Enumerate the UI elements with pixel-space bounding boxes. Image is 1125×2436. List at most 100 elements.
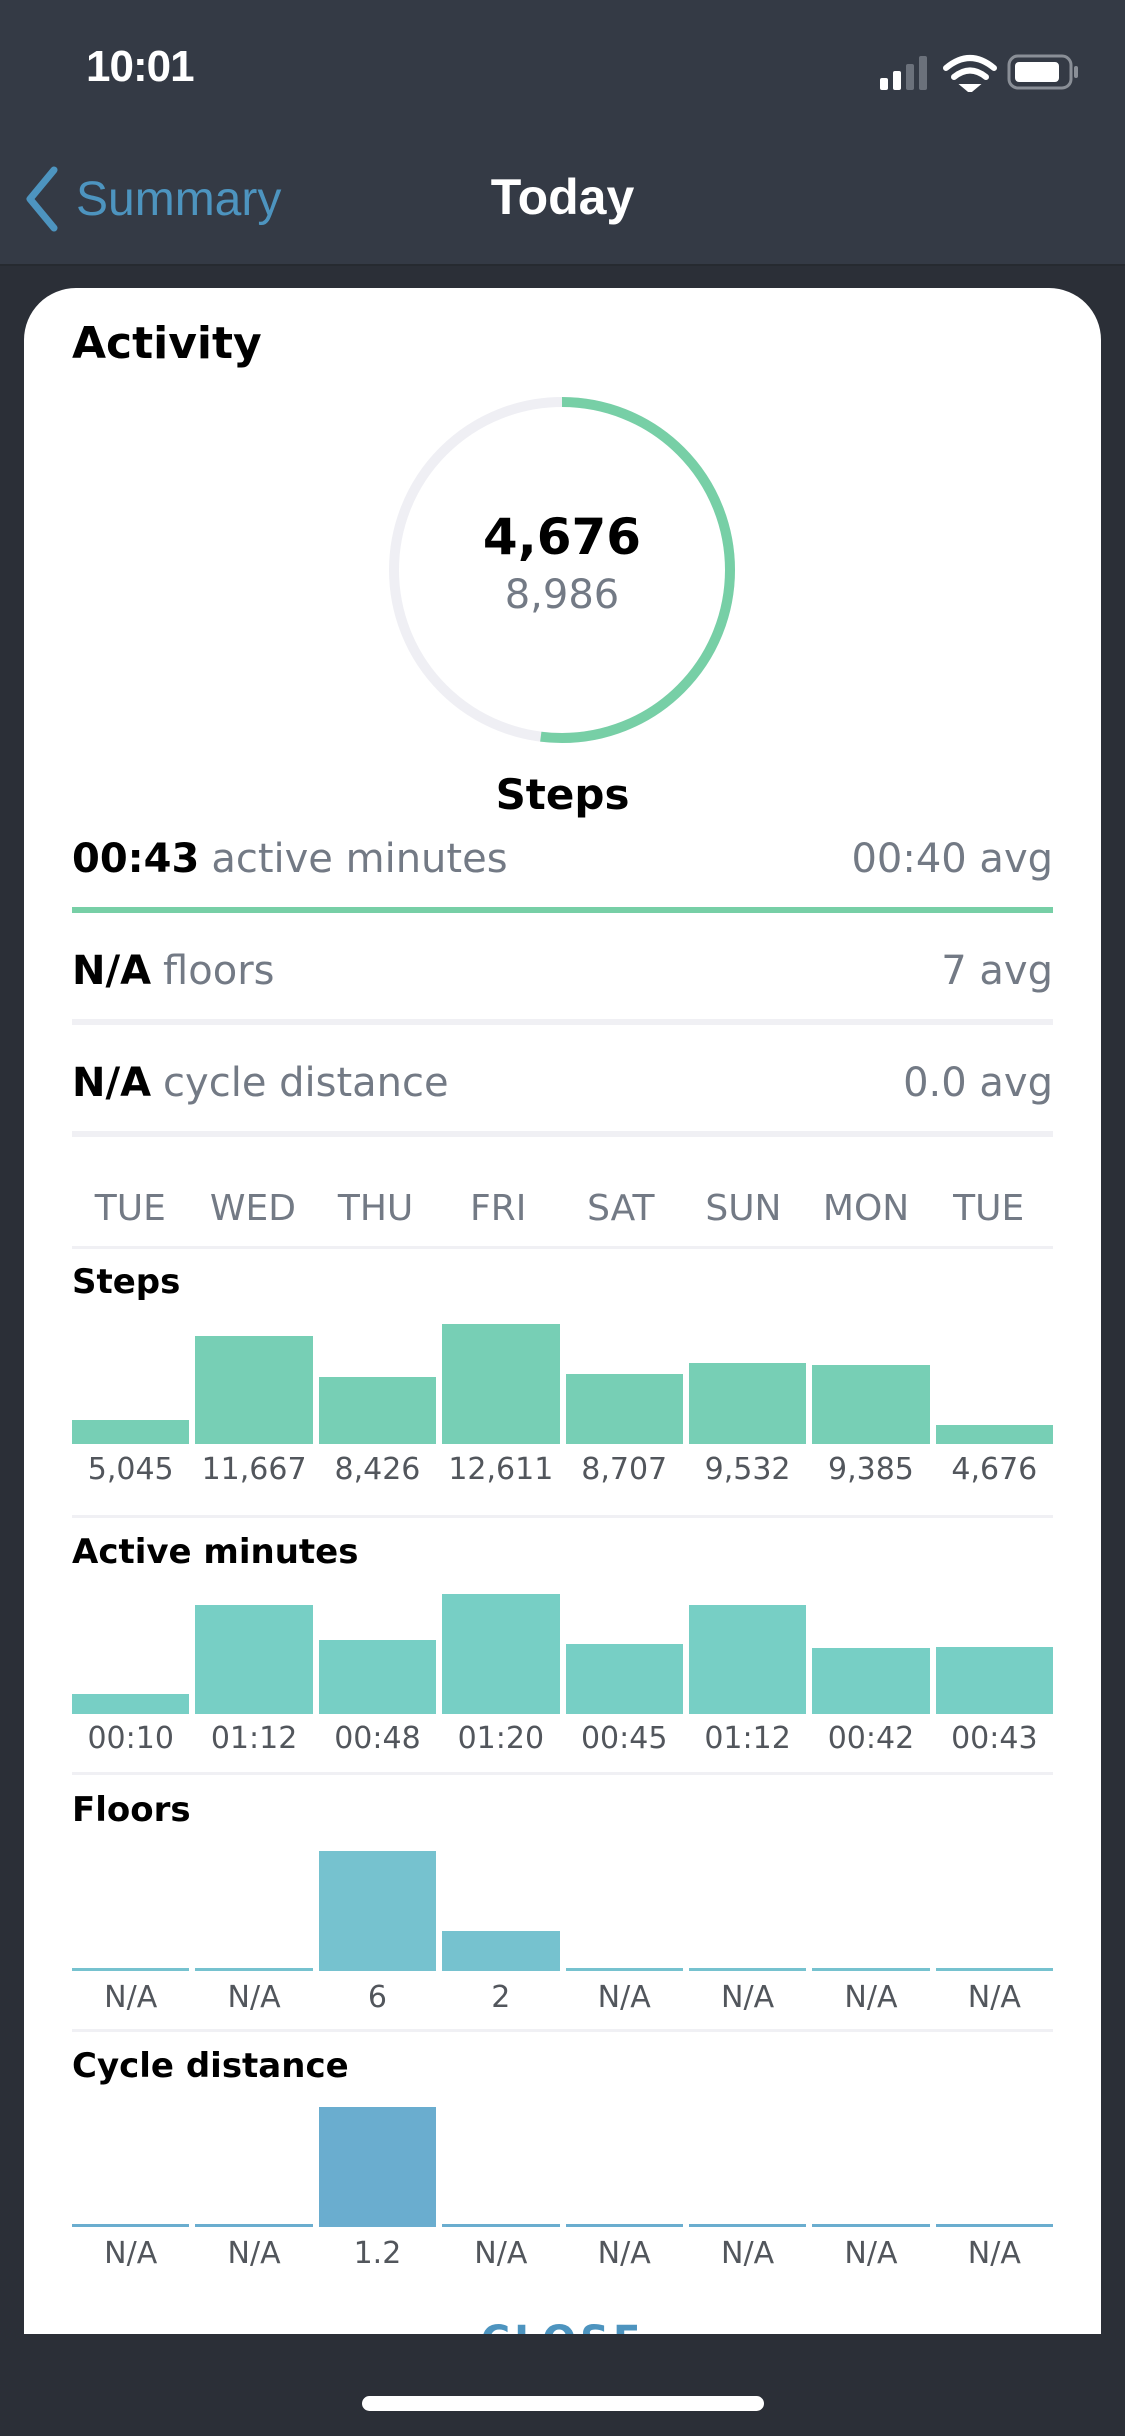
chart-bar[interactable] [195, 1968, 313, 1971]
steps-value: 4,676 [482, 508, 642, 566]
chart-bar[interactable] [565, 1644, 683, 1714]
chart-value-label: 9,532 [704, 1452, 791, 1487]
stat-value: N/A [72, 948, 152, 994]
chart-value-label: 2 [491, 1980, 511, 2015]
close-button[interactable]: CLOSE [24, 2318, 1101, 2334]
stat-progress-fill [72, 907, 1053, 913]
chart-value-label: 8,707 [581, 1452, 668, 1487]
status-time: 10:01 [86, 42, 195, 91]
chart-value-label: 9,385 [827, 1452, 914, 1487]
steps-chart[interactable] [72, 1318, 1053, 1444]
steps-ring: 4,676 8,986 [388, 396, 736, 744]
chart-bar[interactable] [565, 2224, 683, 2227]
day-label: FRI [470, 1188, 527, 1229]
stat-progress-bar [72, 907, 1053, 913]
chart-bar[interactable] [442, 2224, 560, 2227]
day-label: SAT [587, 1188, 655, 1229]
status-icons [880, 54, 1078, 92]
divider [72, 1772, 1053, 1775]
chart-bar[interactable] [195, 2224, 313, 2227]
floors-chart-labels: N/A N/A 6 2 N/A N/A N/A N/A [72, 1980, 1059, 2015]
chart-bar[interactable] [688, 1968, 807, 1971]
chart-bar[interactable] [935, 1968, 1053, 1971]
chart-value-label: 4,676 [951, 1452, 1038, 1487]
steps-goal: 8,986 [504, 572, 620, 618]
active-minutes-chart-labels: 00:10 01:12 00:48 01:20 00:45 01:12 00:42 00:43 [72, 1721, 1059, 1756]
chart-bar[interactable] [935, 1424, 1053, 1444]
chart-value-label: 6 [367, 1980, 387, 2015]
chart-bar[interactable] [688, 1363, 807, 1444]
stat-row-active-minutes[interactable]: 00:43 active minutes 00:40 avg [72, 816, 1053, 926]
steps-ring-graphic [389, 397, 735, 743]
chart-bar[interactable] [812, 1364, 930, 1444]
chart-value-label: N/A [597, 1980, 651, 2015]
chart-bar[interactable] [318, 2107, 437, 2227]
chart-bar[interactable] [935, 2224, 1053, 2227]
steps-chart-labels: 5,045 11,667 8,426 12,611 8,707 9,532 9,385 4,6… [72, 1452, 1059, 1487]
chart-bar[interactable] [688, 2224, 807, 2227]
chart-bar[interactable] [72, 1968, 190, 1971]
chart-value-label: 01:12 [704, 1721, 791, 1756]
chart-value-label: N/A [597, 2236, 651, 2271]
navigation-bar: 10:01 Summary Today [0, 0, 1125, 266]
chart-bar[interactable] [195, 1605, 313, 1714]
chart-bar[interactable] [688, 1605, 807, 1714]
chart-value-label: 5,045 [87, 1452, 174, 1487]
cycle-distance-chart-labels: N/A N/A 1.2 N/A N/A N/A N/A N/A [72, 2236, 1059, 2271]
chart-bar[interactable] [935, 1646, 1053, 1714]
stat-value: N/A [72, 1060, 152, 1106]
chart-bar[interactable] [812, 1648, 930, 1714]
chart-value-label: N/A [721, 2236, 775, 2271]
stat-row-cycle-distance[interactable]: N/A cycle distance 0.0 avg [72, 1040, 1053, 1150]
wifi-icon [943, 55, 997, 92]
active-minutes-chart[interactable] [72, 1588, 1053, 1714]
home-indicator[interactable] [362, 2396, 764, 2411]
chart-value-label: 8,426 [334, 1452, 421, 1487]
chart-value-label: 01:20 [457, 1721, 545, 1756]
chart-value-label: 00:43 [951, 1721, 1038, 1756]
chart-title-active-minutes: Active minutes [72, 1532, 359, 1572]
divider [72, 1246, 1053, 1249]
chart-bar[interactable] [442, 1594, 560, 1714]
chart-bar[interactable] [72, 2224, 190, 2227]
chart-title-steps: Steps [72, 1262, 181, 1302]
stat-row-floors[interactable]: N/A floors 7 avg [72, 928, 1053, 1038]
chart-bar[interactable] [442, 1931, 560, 1971]
day-label: TUE [953, 1188, 1025, 1229]
chart-value-label: N/A [104, 1980, 158, 2015]
chart-value-label: N/A [844, 1980, 898, 2015]
stat-label: cycle distance [163, 1060, 449, 1106]
chart-bar[interactable] [72, 1419, 190, 1444]
chart-bar[interactable] [318, 1377, 437, 1444]
chart-bar[interactable] [565, 1968, 683, 1971]
chart-bar[interactable] [318, 1639, 437, 1714]
page-title: Today [490, 169, 635, 225]
chart-value-label: N/A [227, 2236, 281, 2271]
chart-bar[interactable] [72, 1694, 190, 1714]
chart-bar[interactable] [195, 1335, 313, 1444]
stat-avg: 00:40 avg [851, 836, 1053, 882]
chart-value-label: 01:12 [210, 1721, 298, 1756]
chart-value-label: N/A [844, 2236, 898, 2271]
divider [72, 2029, 1053, 2032]
chart-title-floors: Floors [72, 1790, 191, 1830]
chart-value-label: 00:45 [580, 1721, 668, 1756]
battery-icon [1007, 54, 1078, 90]
divider [72, 1515, 1053, 1518]
chart-bar[interactable] [565, 1373, 683, 1444]
chart-bar[interactable] [812, 2224, 930, 2227]
stat-value: 00:43 [72, 836, 200, 882]
chart-bar[interactable] [812, 1968, 930, 1971]
chart-value-label: 00:48 [334, 1721, 421, 1756]
chart-value-label: N/A [474, 2236, 528, 2271]
chart-bar[interactable] [442, 1324, 560, 1444]
chart-bar[interactable] [318, 1851, 437, 1971]
chart-value-label: 11,667 [201, 1452, 307, 1487]
card-title: Activity [72, 318, 262, 369]
floors-chart[interactable] [72, 1845, 1053, 1971]
day-header: TUE WED THU FRI SAT SUN MON TUE [72, 1188, 1053, 1238]
day-label: SUN [705, 1188, 782, 1229]
activity-card: Activity 4,676 8,986 Steps 00:43 active m… [24, 288, 1101, 2334]
cycle-distance-chart[interactable] [72, 2101, 1053, 2227]
day-label: MON [822, 1188, 910, 1229]
